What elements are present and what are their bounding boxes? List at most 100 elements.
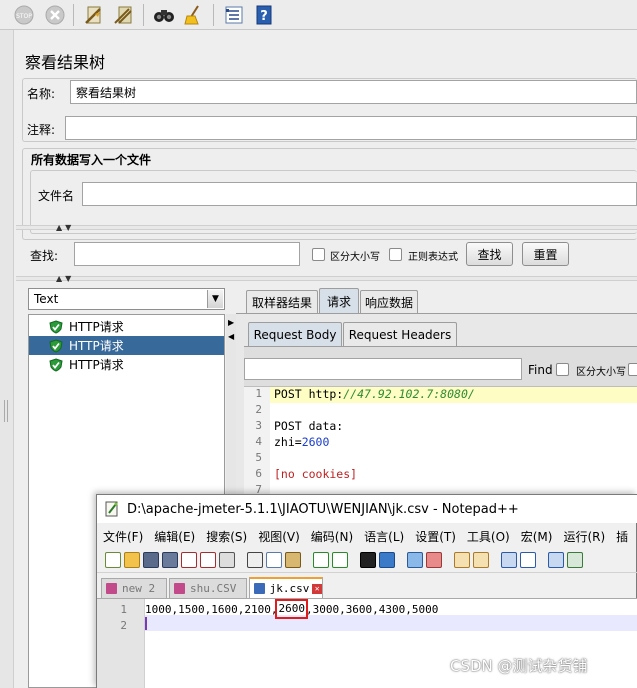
- success-shield-icon: [49, 357, 63, 372]
- find-icon[interactable]: [360, 552, 376, 568]
- highlighted-value: 2600: [275, 599, 308, 619]
- function-helper-icon[interactable]: [222, 3, 246, 27]
- notepad-menu-item[interactable]: 宏(M): [521, 528, 553, 546]
- svg-text:?: ?: [260, 9, 268, 24]
- line-number: 2: [120, 618, 127, 632]
- page-title: 察看结果树: [25, 53, 106, 72]
- paste-icon[interactable]: [285, 552, 301, 568]
- notepad-titlebar[interactable]: D:\apache-jmeter-5.1.1\JIAOTU\WENJIAN\jk…: [97, 495, 637, 523]
- word-wrap-icon[interactable]: [501, 552, 517, 568]
- csv-text: ,3000,3600,4300,5000: [305, 602, 439, 616]
- success-shield-icon: [49, 319, 63, 334]
- floppy-icon: [254, 583, 265, 594]
- redo-icon[interactable]: [332, 552, 348, 568]
- code-line: 5: [244, 451, 637, 467]
- notepad-menu-item[interactable]: 工具(O): [467, 528, 510, 546]
- splitter-2[interactable]: [16, 276, 637, 281]
- stop-icon[interactable]: STOP: [12, 3, 36, 27]
- tree-item-http-request[interactable]: HTTP请求: [29, 355, 224, 374]
- renderer-select[interactable]: Text ▼: [28, 288, 225, 310]
- code-line: 6 [no cookies]: [244, 467, 637, 483]
- notepad-menu-item[interactable]: 运行(R): [563, 528, 605, 546]
- watermark: CSDN @测试杂货铺: [450, 657, 588, 675]
- notepad-menu-item[interactable]: 设置(T): [415, 528, 456, 546]
- search-input[interactable]: [74, 242, 300, 266]
- tab-request[interactable]: 请求: [319, 288, 359, 314]
- tree-item-http-request[interactable]: HTTP请求: [29, 336, 224, 355]
- subtab-request-headers[interactable]: Request Headers: [343, 322, 457, 346]
- code-token: POST http:: [274, 387, 344, 401]
- code-token: [no cookies]: [274, 467, 358, 481]
- tab-response-data[interactable]: 响应数据: [360, 290, 418, 314]
- notepad-menu-item[interactable]: 编辑(E): [154, 528, 195, 546]
- notepad-menu-item[interactable]: 搜索(S): [206, 528, 247, 546]
- clear-all-icon[interactable]: [112, 3, 136, 27]
- notepad-tab[interactable]: shu.CSV: [169, 578, 247, 598]
- code-line: 2: [244, 403, 637, 419]
- line-number: 1: [244, 387, 270, 403]
- splitter-1[interactable]: [16, 225, 637, 230]
- notepad-menu-item[interactable]: 编码(N): [311, 528, 353, 546]
- zoom-out-icon[interactable]: [426, 552, 442, 568]
- replace-icon[interactable]: [379, 552, 395, 568]
- new-file-icon[interactable]: [105, 552, 121, 568]
- indent-guide-icon[interactable]: [548, 552, 564, 568]
- chevron-down-icon[interactable]: ▼: [207, 290, 223, 308]
- code-token: POST data:: [274, 419, 344, 433]
- save-all-icon[interactable]: [162, 552, 178, 568]
- sync-h-icon[interactable]: [473, 552, 489, 568]
- clear-icon[interactable]: [82, 3, 106, 27]
- floppy-icon: [106, 583, 117, 594]
- notepad-menu-item[interactable]: 文件(F): [103, 528, 143, 546]
- case-sensitive-checkbox[interactable]: [312, 248, 325, 261]
- name-field[interactable]: 察看结果树: [70, 80, 637, 104]
- success-shield-icon: [49, 338, 63, 353]
- show-symbols-icon[interactable]: [520, 552, 536, 568]
- line-number: 6: [244, 467, 270, 483]
- name-label: 名称:: [27, 87, 56, 101]
- save-icon[interactable]: [143, 552, 159, 568]
- tree-splitter[interactable]: [0, 30, 14, 688]
- comment-field[interactable]: [65, 116, 637, 140]
- search-button[interactable]: 查找: [466, 242, 513, 266]
- udl-icon[interactable]: [567, 552, 583, 568]
- find-case-label: 区分大小写: [576, 367, 626, 378]
- close-all-icon[interactable]: [200, 552, 216, 568]
- code-token: //47.92.102.7:8080/: [343, 387, 475, 401]
- svg-text:STOP: STOP: [16, 13, 32, 20]
- tab-sampler-result[interactable]: 取样器结果: [246, 290, 318, 314]
- notepad-menu-item[interactable]: 插: [616, 528, 628, 546]
- filename-label: 文件名: [38, 189, 75, 203]
- regex-checkbox[interactable]: [389, 248, 402, 261]
- notepad-menubar: 文件(F) 编辑(E) 搜索(S) 视图(V) 编码(N) 语言(L) 设置(T) 工具(O)…: [103, 528, 637, 546]
- request-body-editor[interactable]: 1 POST http://47.92.102.7:8080/2 3 POST dat…: [244, 386, 637, 499]
- copy-icon[interactable]: [266, 552, 282, 568]
- notepad-menu-item[interactable]: 语言(L): [364, 528, 404, 546]
- filename-field[interactable]: [82, 182, 637, 206]
- notepad-tab[interactable]: jk.csv ✕: [249, 577, 323, 598]
- print-icon[interactable]: [219, 552, 235, 568]
- reset-search-icon[interactable]: [182, 3, 206, 27]
- cut-icon[interactable]: [247, 552, 263, 568]
- shutdown-icon[interactable]: [43, 3, 67, 27]
- find-case-checkbox[interactable]: [556, 363, 569, 376]
- close-icon[interactable]: [181, 552, 197, 568]
- subtab-request-body[interactable]: Request Body: [248, 322, 342, 346]
- close-tab-icon[interactable]: ✕: [312, 583, 322, 594]
- sync-v-icon[interactable]: [454, 552, 470, 568]
- find-input[interactable]: [244, 358, 522, 380]
- open-file-icon[interactable]: [124, 552, 140, 568]
- reset-button[interactable]: 重置: [522, 242, 569, 266]
- code-line: 3 POST data:: [244, 419, 637, 435]
- search-icon[interactable]: [152, 3, 176, 27]
- help-icon[interactable]: ?: [252, 3, 276, 27]
- zoom-in-icon[interactable]: [407, 552, 423, 568]
- notepad-tab[interactable]: new 2: [101, 578, 167, 598]
- undo-icon[interactable]: [313, 552, 329, 568]
- code-line: 1 POST http://47.92.102.7:8080/: [244, 387, 637, 403]
- tree-item-http-request[interactable]: HTTP请求: [29, 317, 224, 336]
- notepad-menu-item[interactable]: 视图(V): [258, 528, 300, 546]
- code-line: 4 zhi=2600: [244, 435, 637, 451]
- line-number: 1: [120, 602, 127, 616]
- csv-text: 1000,1500,1600,2100,: [145, 602, 278, 616]
